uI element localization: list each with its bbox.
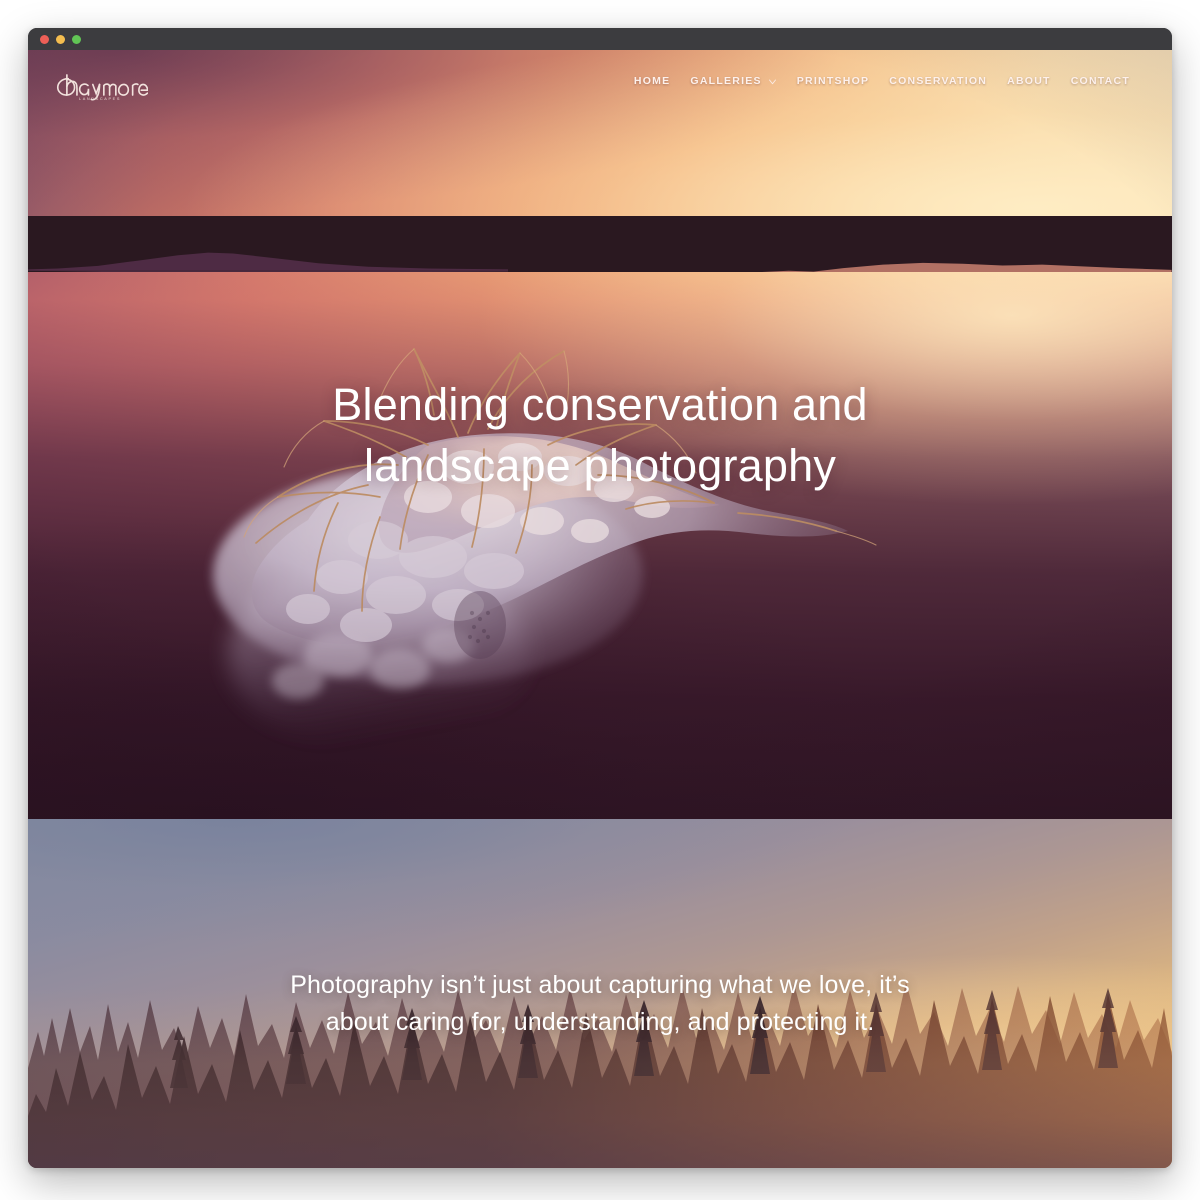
forest-quote: Photography isn’t just about capturing w… xyxy=(28,967,1172,1040)
main-navigation: HOME GALLERIES PRINTSHOP CONSERVATION AB… xyxy=(624,69,1142,93)
nav-item-home[interactable]: HOME xyxy=(624,69,681,93)
nav-label: HOME xyxy=(633,75,671,87)
hero-heading-line-1: Blending conservation and xyxy=(332,379,868,430)
close-button[interactable] xyxy=(40,34,49,44)
nav-item-about[interactable]: ABOUT xyxy=(997,69,1061,93)
forest-quote-section: Photography isn’t just about capturing w… xyxy=(28,819,1172,1168)
window-titlebar xyxy=(28,28,1172,50)
nav-item-conservation[interactable]: CONSERVATION xyxy=(879,69,997,93)
maximize-button[interactable] xyxy=(72,34,81,44)
forest-quote-line-2: about caring for, understanding, and pro… xyxy=(325,1007,875,1036)
logo-tagline: LANDSCAPES xyxy=(79,97,121,101)
nav-label: CONTACT xyxy=(1070,75,1130,87)
chevron-down-icon xyxy=(768,79,776,84)
nav-label: GALLERIES xyxy=(690,75,762,87)
site-logo[interactable]: LANDSCAPES xyxy=(48,61,148,101)
site-header: LANDSCAPES HOME GALLERIES PRINTSHOP CONS… xyxy=(28,50,1172,112)
hero-water-glow xyxy=(28,272,1172,819)
minimize-button[interactable] xyxy=(56,34,65,44)
nav-item-contact[interactable]: CONTACT xyxy=(1061,69,1140,93)
hero-section: LANDSCAPES HOME GALLERIES PRINTSHOP CONS… xyxy=(28,50,1172,819)
page-viewport: LANDSCAPES HOME GALLERIES PRINTSHOP CONS… xyxy=(28,50,1172,1168)
hero-heading-line-2: landscape photography xyxy=(363,440,837,492)
nav-label: CONSERVATION xyxy=(889,75,988,87)
forest-quote-line-1: Photography isn’t just about capturing w… xyxy=(290,971,910,999)
nav-item-printshop[interactable]: PRINTSHOP xyxy=(787,69,880,93)
logo-mark: LANDSCAPES xyxy=(56,74,148,101)
hero-heading: Blending conservation and landscape phot… xyxy=(28,374,1172,496)
nav-item-galleries[interactable]: GALLERIES xyxy=(680,69,786,93)
nav-label: ABOUT xyxy=(1007,75,1051,87)
browser-window: LANDSCAPES HOME GALLERIES PRINTSHOP CONS… xyxy=(28,28,1172,1168)
nav-label: PRINTSHOP xyxy=(796,75,870,87)
